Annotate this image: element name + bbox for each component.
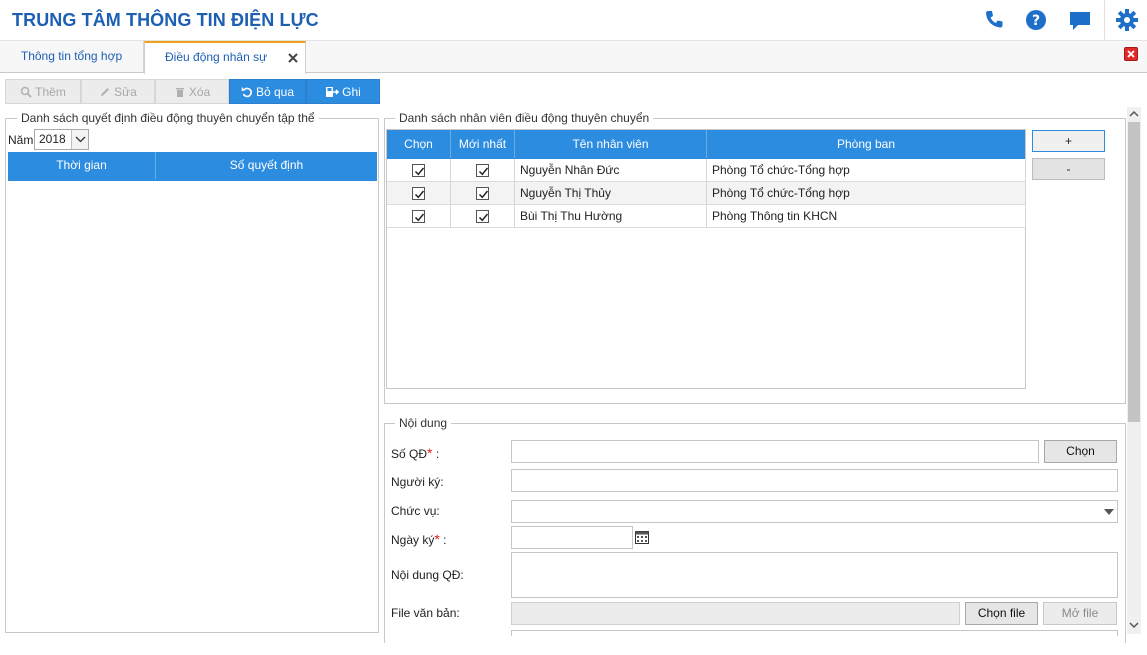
employee-department: Phòng Thông tin KHCN bbox=[712, 209, 838, 223]
decision-list-title: Danh sách quyết định điều động thuyên ch… bbox=[17, 111, 319, 125]
content-form-title: Nội dung bbox=[395, 416, 452, 430]
tab-dieu-dong-nhan-su[interactable]: Điều động nhân sự bbox=[144, 41, 306, 74]
chevron-down-icon bbox=[71, 130, 88, 149]
file-path-input bbox=[511, 602, 960, 625]
add-employee-button[interactable]: + bbox=[1032, 130, 1105, 152]
help-icon[interactable]: ? bbox=[1023, 7, 1049, 33]
save-icon bbox=[326, 87, 340, 97]
so-qd-input[interactable] bbox=[511, 440, 1039, 463]
employee-name: Bùi Thị Thu Hường bbox=[520, 209, 623, 223]
employee-department: Phòng Tổ chức-Tổng hợp bbox=[712, 186, 850, 200]
decision-list-group: Danh sách quyết định điều động thuyên ch… bbox=[5, 111, 379, 633]
search-plus-icon bbox=[20, 86, 32, 98]
table-row[interactable]: Bùi Thị Thu Hường Phòng Thông tin KHCN bbox=[387, 205, 1026, 228]
table-row[interactable]: Nguyễn Nhân Đức Phòng Tổ chức-Tổng hợp bbox=[387, 159, 1026, 182]
year-label: Năm bbox=[8, 133, 34, 147]
edit-label: Sửa bbox=[114, 85, 137, 99]
add-button[interactable]: Thêm bbox=[5, 79, 81, 104]
select-checkbox[interactable] bbox=[412, 164, 425, 177]
settings-icon[interactable] bbox=[1114, 7, 1140, 33]
dropdown-arrow-icon bbox=[1103, 506, 1115, 520]
employee-name: Nguyễn Thị Thủy bbox=[520, 186, 611, 200]
choose-decision-button[interactable]: Chọn bbox=[1044, 440, 1117, 463]
save-button[interactable]: Ghi bbox=[306, 79, 380, 104]
ngay-ky-label: Ngày ký* : bbox=[391, 531, 447, 547]
select-checkbox[interactable] bbox=[412, 210, 425, 223]
nguoi-ky-input[interactable] bbox=[511, 469, 1118, 492]
employee-table-header: Chọn Mới nhất Tên nhân viên Phòng ban bbox=[387, 130, 1025, 159]
remove-employee-button[interactable]: - bbox=[1032, 158, 1105, 180]
edit-button[interactable]: Sửa bbox=[81, 79, 155, 104]
chuc-vu-label: Chức vụ: bbox=[391, 504, 440, 518]
choose-file-button[interactable]: Chọn file bbox=[965, 602, 1038, 625]
app-header: TRUNG TÂM THÔNG TIN ĐIỆN LỰC ? bbox=[0, 0, 1147, 41]
tab-bar: Thông tin tổng hợp Điều động nhân sự bbox=[0, 41, 1147, 74]
latest-checkbox[interactable] bbox=[476, 164, 489, 177]
save-label: Ghi bbox=[342, 85, 361, 99]
column-so-quyet-dinh[interactable]: Số quyết định bbox=[156, 152, 377, 179]
table-row[interactable]: Nguyễn Thị Thủy Phòng Tổ chức-Tổng hợp bbox=[387, 182, 1026, 205]
so-qd-label: Số QĐ* : bbox=[391, 445, 440, 461]
delete-button[interactable]: Xóa bbox=[155, 79, 229, 104]
column-phong-ban[interactable]: Phòng ban bbox=[707, 130, 1025, 158]
svg-text:?: ? bbox=[1032, 13, 1040, 29]
year-value: 2018 bbox=[39, 132, 66, 146]
employee-name: Nguyễn Nhân Đức bbox=[520, 163, 620, 177]
latest-checkbox[interactable] bbox=[476, 187, 489, 200]
noi-dung-label: Nội dung QĐ: bbox=[391, 568, 464, 582]
ngay-ky-input[interactable] bbox=[511, 526, 633, 549]
skip-label: Bỏ qua bbox=[255, 85, 295, 99]
employee-department: Phòng Tổ chức-Tổng hợp bbox=[712, 163, 850, 177]
delete-label: Xóa bbox=[188, 85, 211, 99]
decision-table-header: Thời gian Số quyết định bbox=[8, 152, 377, 181]
column-chon[interactable]: Chọn bbox=[387, 130, 450, 158]
phone-icon[interactable] bbox=[981, 7, 1007, 33]
vertical-scrollbar[interactable] bbox=[1127, 107, 1141, 634]
year-select[interactable]: 2018 bbox=[34, 129, 89, 150]
scroll-down-icon[interactable] bbox=[1127, 618, 1141, 632]
scroll-up-icon[interactable] bbox=[1127, 107, 1141, 121]
nguoi-ky-label: Người ký: bbox=[391, 475, 444, 489]
open-file-button[interactable]: Mở file bbox=[1043, 602, 1117, 625]
select-checkbox[interactable] bbox=[412, 187, 425, 200]
pencil-icon bbox=[101, 88, 110, 96]
window-close-icon[interactable] bbox=[1124, 47, 1138, 61]
column-ten-nhan-vien[interactable]: Tên nhân viên bbox=[515, 130, 706, 158]
skip-button[interactable]: Bỏ qua bbox=[229, 79, 306, 104]
app-title: TRUNG TÂM THÔNG TIN ĐIỆN LỰC bbox=[12, 10, 319, 30]
noi-dung-textarea[interactable] bbox=[511, 552, 1118, 598]
chuc-vu-select[interactable] bbox=[511, 500, 1118, 523]
employee-table: Chọn Mới nhất Tên nhân viên Phòng ban Ng… bbox=[386, 129, 1026, 389]
file-label: File văn bản: bbox=[391, 606, 460, 620]
header-divider bbox=[1104, 0, 1105, 40]
next-field-partial bbox=[511, 630, 1118, 636]
undo-icon bbox=[241, 87, 252, 98]
scroll-thumb[interactable] bbox=[1128, 122, 1140, 422]
tab-close-icon[interactable] bbox=[288, 52, 298, 63]
tab-thong-tin-tong-hop[interactable]: Thông tin tổng hợp bbox=[0, 41, 144, 73]
chat-icon[interactable] bbox=[1067, 7, 1093, 33]
column-thoi-gian[interactable]: Thời gian bbox=[8, 152, 155, 179]
employee-list-title: Danh sách nhân viên điều động thuyên chu… bbox=[395, 111, 654, 125]
trash-icon bbox=[175, 88, 184, 97]
calendar-icon[interactable] bbox=[634, 529, 652, 546]
latest-checkbox[interactable] bbox=[476, 210, 489, 223]
add-label: Thêm bbox=[35, 85, 66, 99]
column-moi-nhat[interactable]: Mới nhất bbox=[451, 130, 514, 158]
